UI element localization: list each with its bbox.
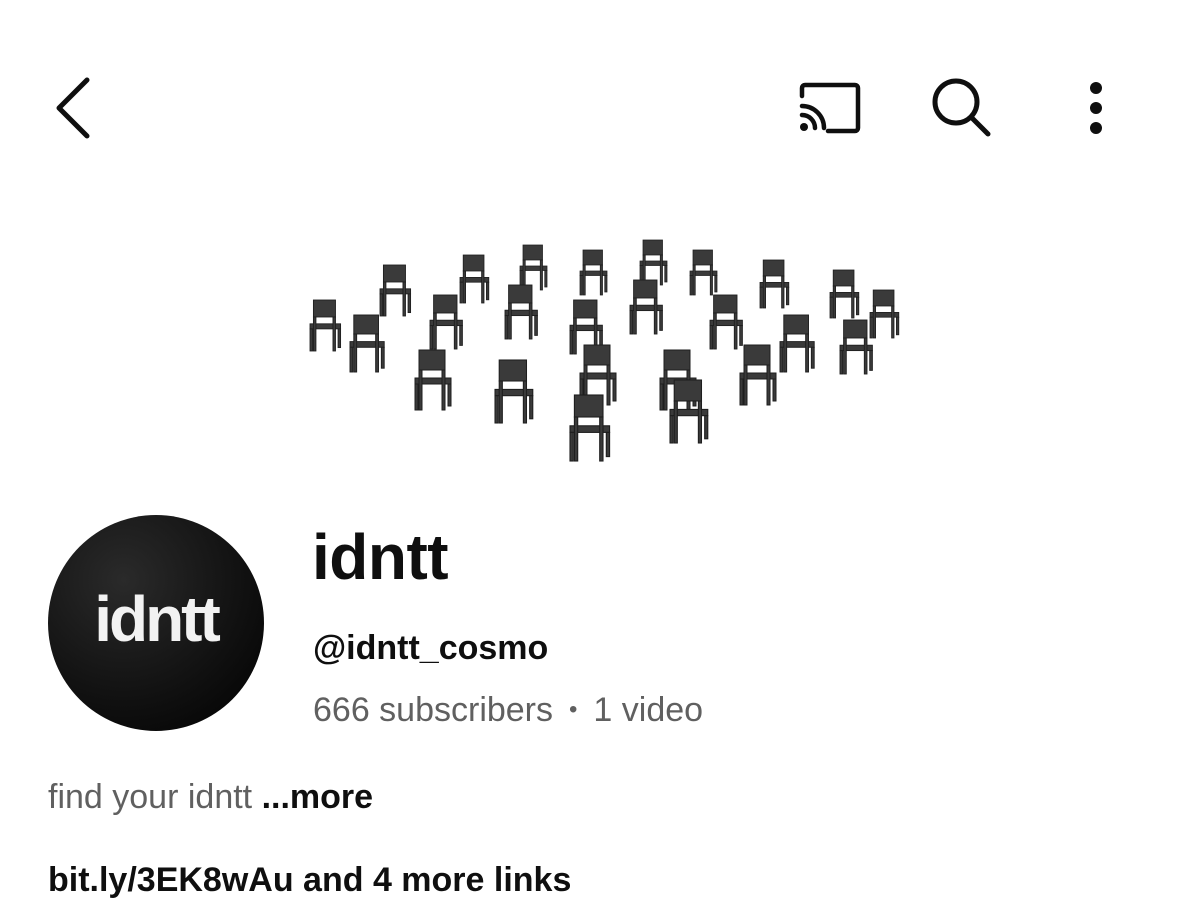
- channel-handle: @idntt_cosmo: [313, 629, 549, 667]
- chair-shape: [669, 379, 709, 444]
- chair-shape: [504, 284, 538, 340]
- chair-shape: [459, 254, 490, 304]
- subscriber-count: 666 subscribers: [313, 691, 554, 729]
- chair-shape: [639, 239, 668, 286]
- more-options-button[interactable]: [1058, 70, 1134, 146]
- back-button[interactable]: [38, 66, 108, 150]
- avatar-logo-text: idntt: [94, 583, 221, 655]
- chair-shape: [429, 294, 463, 350]
- chair-shape: [579, 249, 608, 296]
- channel-stats: 666 subscribers • 1 video: [313, 690, 703, 731]
- search-button[interactable]: [922, 70, 1002, 146]
- search-icon: [932, 78, 991, 137]
- channel-banner[interactable]: [270, 205, 910, 465]
- cast-icon: [799, 82, 861, 134]
- stats-separator: •: [569, 696, 578, 723]
- description-more-link[interactable]: ...more: [262, 778, 373, 816]
- video-count: 1 video: [593, 691, 704, 729]
- chair-shape: [569, 394, 611, 462]
- channel-name: idntt: [312, 521, 449, 593]
- chair-shape: [494, 359, 534, 424]
- chair-shape: [414, 349, 452, 411]
- chair-shape: [309, 299, 342, 352]
- chair-shape: [829, 269, 860, 319]
- more-vert-icon: [1090, 82, 1102, 134]
- top-app-bar: [0, 0, 1179, 200]
- chair-shape: [629, 279, 663, 335]
- channel-links[interactable]: bit.ly/3EK8wAu and 4 more links: [48, 860, 571, 901]
- channel-avatar[interactable]: idntt: [48, 515, 264, 731]
- chair-shape: [779, 314, 815, 373]
- chair-shape: [709, 294, 743, 350]
- chair-shape: [349, 314, 385, 373]
- chair-shape: [839, 319, 873, 375]
- cast-button[interactable]: [790, 72, 870, 144]
- chair-shape: [869, 289, 900, 339]
- back-icon: [56, 77, 90, 139]
- chairs-banner-image: [309, 239, 900, 462]
- chair-shape: [739, 344, 777, 406]
- channel-description[interactable]: find your idntt ...more: [48, 777, 373, 818]
- chair-shape: [759, 259, 790, 309]
- description-text: find your idntt: [48, 778, 253, 816]
- chair-shape: [519, 244, 548, 291]
- chair-shape: [689, 249, 718, 296]
- chair-shape: [379, 264, 412, 317]
